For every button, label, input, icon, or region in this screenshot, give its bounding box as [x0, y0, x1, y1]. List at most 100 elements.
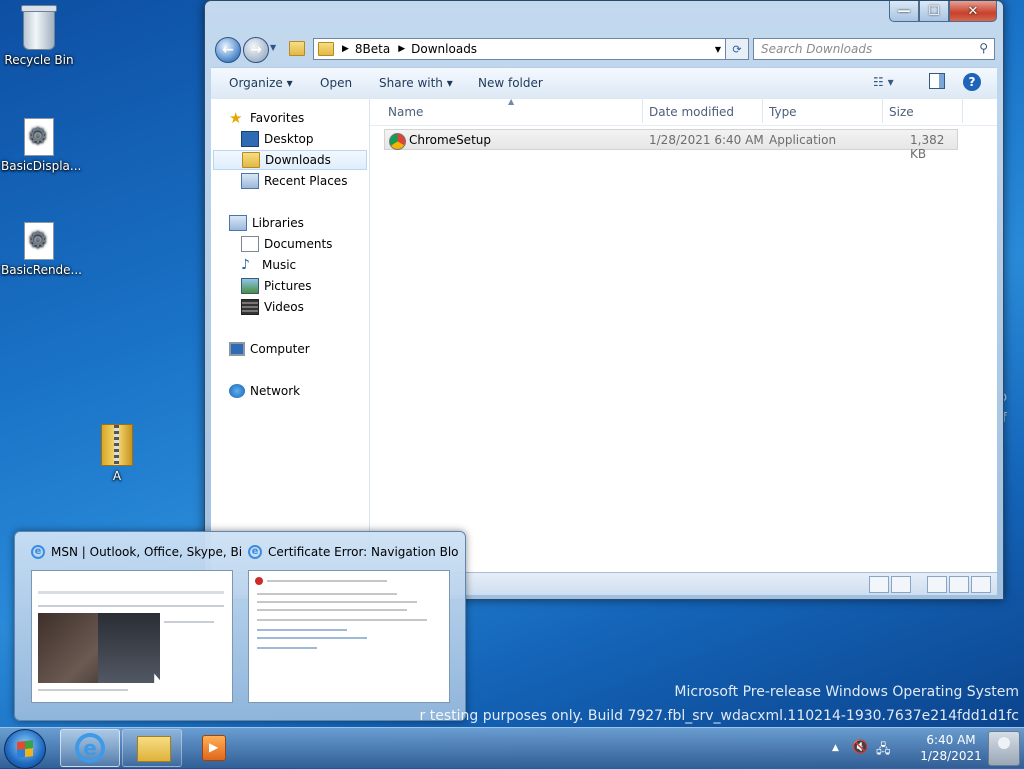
refresh-button[interactable]: ⟳ — [725, 38, 749, 60]
folder-up-icon[interactable] — [289, 41, 305, 56]
thumb-detail — [257, 637, 367, 639]
desktop-icon-basicdisplay[interactable]: BasicDispla... — [1, 118, 81, 173]
taskbar-thumbnail-preview: e MSN | Outlook, Office, Skype, Bi... e … — [14, 531, 466, 721]
thumb-detail — [38, 689, 128, 691]
nav-libraries[interactable]: Libraries — [211, 213, 387, 233]
column-type[interactable]: Type — [769, 105, 797, 119]
thumbnail-title: MSN | Outlook, Office, Skype, Bi... — [51, 545, 241, 559]
help-wrapper: ? — [963, 73, 981, 91]
recent-pages-dropdown[interactable]: ▼ — [270, 43, 276, 52]
videos-icon — [241, 299, 259, 315]
nav-item-downloads[interactable]: Downloads — [213, 150, 367, 170]
preview-pane-wrapper — [929, 73, 945, 89]
taskbar-windows-explorer[interactable] — [122, 729, 182, 767]
thumbnail-image[interactable] — [31, 570, 233, 703]
desktop-icon — [241, 131, 259, 147]
thumb-detail — [98, 613, 160, 683]
thumbnail-image[interactable] — [248, 570, 450, 703]
pictures-icon — [241, 278, 259, 294]
preview-pane-button[interactable] — [929, 73, 945, 89]
close-button[interactable]: ✕ — [949, 1, 997, 22]
setup-file-icon — [24, 222, 54, 260]
desktop-icon-basicrender[interactable]: BasicRende... — [1, 222, 82, 277]
taskbar-internet-explorer[interactable]: e — [60, 729, 120, 767]
folder-icon — [137, 736, 171, 762]
watermark-line-1: Microsoft Pre-release Windows Operating … — [674, 684, 1019, 700]
minimize-button[interactable]: — — [889, 1, 919, 22]
layout-button-1[interactable] — [927, 576, 947, 593]
nav-favorites[interactable]: ★ Favorites — [211, 108, 387, 128]
column-headers: ▲ Name Date modified Type Size — [370, 97, 997, 126]
volume-muted-icon[interactable]: 🔇 — [852, 740, 868, 755]
address-bar[interactable]: ▶ 8Beta ▶ Downloads ▼ — [313, 38, 727, 60]
breadcrumb-separator[interactable]: ▶ — [398, 44, 405, 54]
music-icon: ♪ — [241, 257, 250, 273]
sort-ascending-icon: ▲ — [508, 97, 515, 106]
change-view-button[interactable]: ☷ ▾ — [873, 75, 894, 89]
back-button[interactable]: ← — [215, 37, 241, 63]
media-player-icon — [202, 735, 226, 761]
search-input[interactable]: Search Downloads ⚲ — [753, 38, 995, 60]
thumbnail-msn[interactable]: e MSN | Outlook, Office, Skype, Bi... — [31, 542, 241, 703]
star-icon: ★ — [229, 109, 243, 127]
column-name[interactable]: Name — [388, 105, 423, 119]
new-folder-button[interactable]: New folder — [478, 76, 543, 90]
file-size: 1,382 KB — [910, 133, 945, 161]
large-icons-view-button[interactable] — [891, 576, 911, 593]
thumb-detail — [38, 605, 224, 607]
desktop-icon-recycle-bin[interactable]: Recycle Bin — [1, 5, 77, 67]
breadcrumb-8beta[interactable]: 8Beta — [355, 42, 390, 56]
network-icon — [229, 384, 245, 398]
layout-button-3[interactable] — [971, 576, 991, 593]
column-divider[interactable] — [882, 99, 883, 123]
breadcrumb-separator[interactable]: ▶ — [342, 44, 349, 54]
clock[interactable]: 6:40 AM 1/28/2021 — [916, 732, 986, 764]
breadcrumb-downloads[interactable]: Downloads — [411, 42, 477, 56]
column-date-modified[interactable]: Date modified — [649, 105, 734, 119]
desktop-icon-label: A — [112, 469, 122, 483]
column-divider[interactable] — [762, 99, 763, 123]
internet-explorer-icon: e — [248, 545, 262, 559]
file-list: ▲ Name Date modified Type Size ChromeSet… — [370, 97, 997, 572]
share-with-button[interactable]: Share with ▾ — [379, 76, 453, 90]
help-button[interactable]: ? — [963, 73, 981, 91]
nav-item-label: Documents — [264, 237, 333, 251]
caption-buttons: — ☐ ✕ — [889, 1, 997, 22]
setup-file-icon — [24, 118, 54, 156]
nav-item-label: Downloads — [265, 153, 331, 167]
show-hidden-icons-button[interactable]: ▲ — [832, 743, 839, 753]
installer-icon — [389, 133, 406, 150]
folder-icon — [318, 42, 334, 56]
layout-button-2[interactable] — [949, 576, 969, 593]
nav-item-computer[interactable]: Computer — [211, 339, 387, 359]
column-size[interactable]: Size — [889, 105, 914, 119]
taskbar-media-player[interactable] — [182, 729, 240, 765]
thumb-detail — [164, 621, 214, 623]
column-divider[interactable] — [962, 99, 963, 123]
nav-item-label: Videos — [264, 300, 304, 314]
recycle-bin-icon — [21, 5, 57, 50]
column-divider[interactable] — [642, 99, 643, 123]
explorer-window: — ☐ ✕ ← → ▼ ▶ 8Beta ▶ Downloads ▼ ⟳ Sear… — [204, 0, 1004, 600]
shield-icon — [255, 577, 263, 585]
network-icon[interactable]: 🖧 — [876, 740, 891, 762]
thumb-detail — [257, 593, 397, 595]
open-button[interactable]: Open — [320, 76, 352, 90]
search-icon[interactable]: ⚲ — [979, 41, 988, 55]
taskbar: e ▲ 🔇 🖧 6:40 AM 1/28/2021 — [0, 727, 1024, 769]
details-view-button[interactable] — [869, 576, 889, 593]
nav-item-network[interactable]: Network — [211, 381, 387, 401]
file-date: 1/28/2021 6:40 AM — [649, 133, 764, 147]
table-row[interactable]: ChromeSetup 1/28/2021 6:40 AM Applicatio… — [384, 129, 958, 161]
forward-button[interactable]: → — [243, 37, 269, 63]
maximize-button[interactable]: ☐ — [919, 1, 949, 22]
thumbnail-certificate-error[interactable]: e Certificate Error: Navigation Blo... — [248, 542, 458, 703]
navigation-pane: ★ Favorites Desktop Downloads Recent Pla… — [211, 99, 370, 572]
desktop-icon-zip-a[interactable]: A — [79, 424, 155, 483]
nav-item-label: Desktop — [264, 132, 314, 146]
organize-button[interactable]: Organize ▾ — [229, 76, 293, 90]
command-bar: Organize ▾ Open Share with ▾ New folder … — [211, 67, 997, 100]
address-dropdown[interactable]: ▼ — [710, 39, 726, 59]
user-account-icon[interactable] — [988, 731, 1020, 766]
start-button[interactable] — [4, 729, 46, 769]
